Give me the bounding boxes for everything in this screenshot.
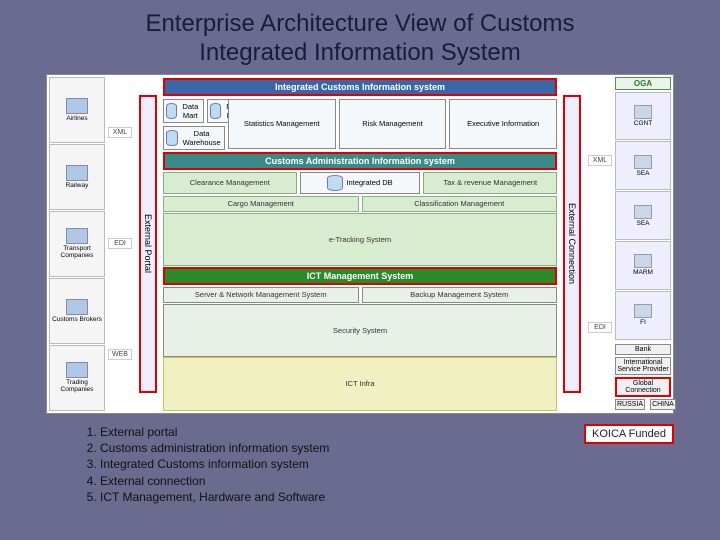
right-column: OGA CGNT SEA SEA MARM FI Bank Internatio… <box>615 77 671 411</box>
architecture-diagram: Airlines Railway Transport Companies Cus… <box>46 74 674 414</box>
legend-item-5: ICT Management, Hardware and Software <box>100 489 329 505</box>
global-russia: RUSSIA <box>615 399 645 410</box>
integrated-db: Integrated DB <box>300 172 421 194</box>
legend-list: External portal Customs administration i… <box>76 424 329 505</box>
isp: International Service Provider <box>615 357 671 375</box>
customs-admin-band: Customs Administration Information syste… <box>163 152 557 170</box>
external-portal-bar: External Portal <box>139 95 157 393</box>
server-icon <box>634 155 652 169</box>
etracking: e-Tracking System <box>163 213 557 266</box>
classification-mgmt: Classification Management <box>362 196 558 212</box>
slide-title: Enterprise Architecture View of Customs … <box>0 0 720 74</box>
data-mart-1: Data Mart <box>163 99 204 123</box>
oga-cell-2: SEA <box>615 141 671 190</box>
global-china: CHINA <box>650 399 676 410</box>
legend-item-1: External portal <box>100 424 329 440</box>
tax-revenue-mgmt: Tax & revenue Management <box>423 172 557 194</box>
exec-info: Executive Information <box>449 99 557 149</box>
left-connectors: XML EDI WEB <box>107 77 133 411</box>
conn-edi: EDI <box>108 238 132 249</box>
conn-xml-r: XML <box>588 155 612 166</box>
data-warehouse: Data Warehouse <box>163 126 225 150</box>
legend-item-3: Integrated Customs information system <box>100 456 329 472</box>
server-icon <box>634 105 652 119</box>
oga-cell-4: MARM <box>615 241 671 290</box>
partner-trading: Trading Companies <box>49 345 105 411</box>
building-icon <box>66 362 88 378</box>
ict-mgmt-band: ICT Management System <box>163 267 557 285</box>
oga-cell-3: SEA <box>615 191 671 240</box>
server-icon <box>634 205 652 219</box>
oga-cell-5: FI <box>615 291 671 340</box>
cargo-mgmt: Cargo Management <box>163 196 359 212</box>
external-connection-bar: External Connection <box>563 95 581 393</box>
airplane-icon <box>66 98 88 114</box>
partner-brokers: Customs Brokers <box>49 278 105 344</box>
truck-icon <box>66 228 88 244</box>
clearance-mgmt: Clearance Management <box>163 172 297 194</box>
integrated-customs-band: Integrated Customs Information system <box>163 78 557 96</box>
security-system: Security System <box>163 304 557 357</box>
title-line-2: Integrated Information System <box>199 39 521 66</box>
partner-airlines: Airlines <box>49 77 105 143</box>
train-icon <box>66 165 88 181</box>
oga-grid: CGNT SEA SEA MARM FI <box>615 92 671 340</box>
oga-cell-1: CGNT <box>615 92 671 141</box>
oga-header: OGA <box>615 77 671 90</box>
server-icon <box>634 304 652 318</box>
right-connectors: XML EDI <box>587 77 613 411</box>
server-icon <box>634 254 652 268</box>
legend-item-4: External connection <box>100 473 329 489</box>
backup-mgmt: Backup Management System <box>362 287 558 303</box>
statistics-mgmt: Statistics Management <box>228 99 336 149</box>
broker-icon <box>66 299 88 315</box>
ict-infra: ICT Infra <box>163 357 557 410</box>
center-stack: Integrated Customs Information system Da… <box>163 77 557 411</box>
server-network-mgmt: Server & Network Management System <box>163 287 359 303</box>
title-line-1: Enterprise Architecture View of Customs <box>145 10 574 37</box>
legend-item-2: Customs administration information syste… <box>100 440 329 456</box>
external-partners-column: Airlines Railway Transport Companies Cus… <box>49 77 105 411</box>
partner-railway: Railway <box>49 144 105 210</box>
risk-mgmt: Risk Management <box>339 99 447 149</box>
bank: Bank <box>615 344 671 355</box>
conn-web: WEB <box>108 349 132 360</box>
global-connection: Global Connection <box>615 377 671 397</box>
koica-badge: KOICA Funded <box>584 424 674 444</box>
partner-transport: Transport Companies <box>49 211 105 277</box>
conn-xml: XML <box>108 127 132 138</box>
conn-edi-r: EDI <box>588 322 612 333</box>
top-row: Data Mart Data Mart Data Warehouse Stati… <box>163 98 557 150</box>
